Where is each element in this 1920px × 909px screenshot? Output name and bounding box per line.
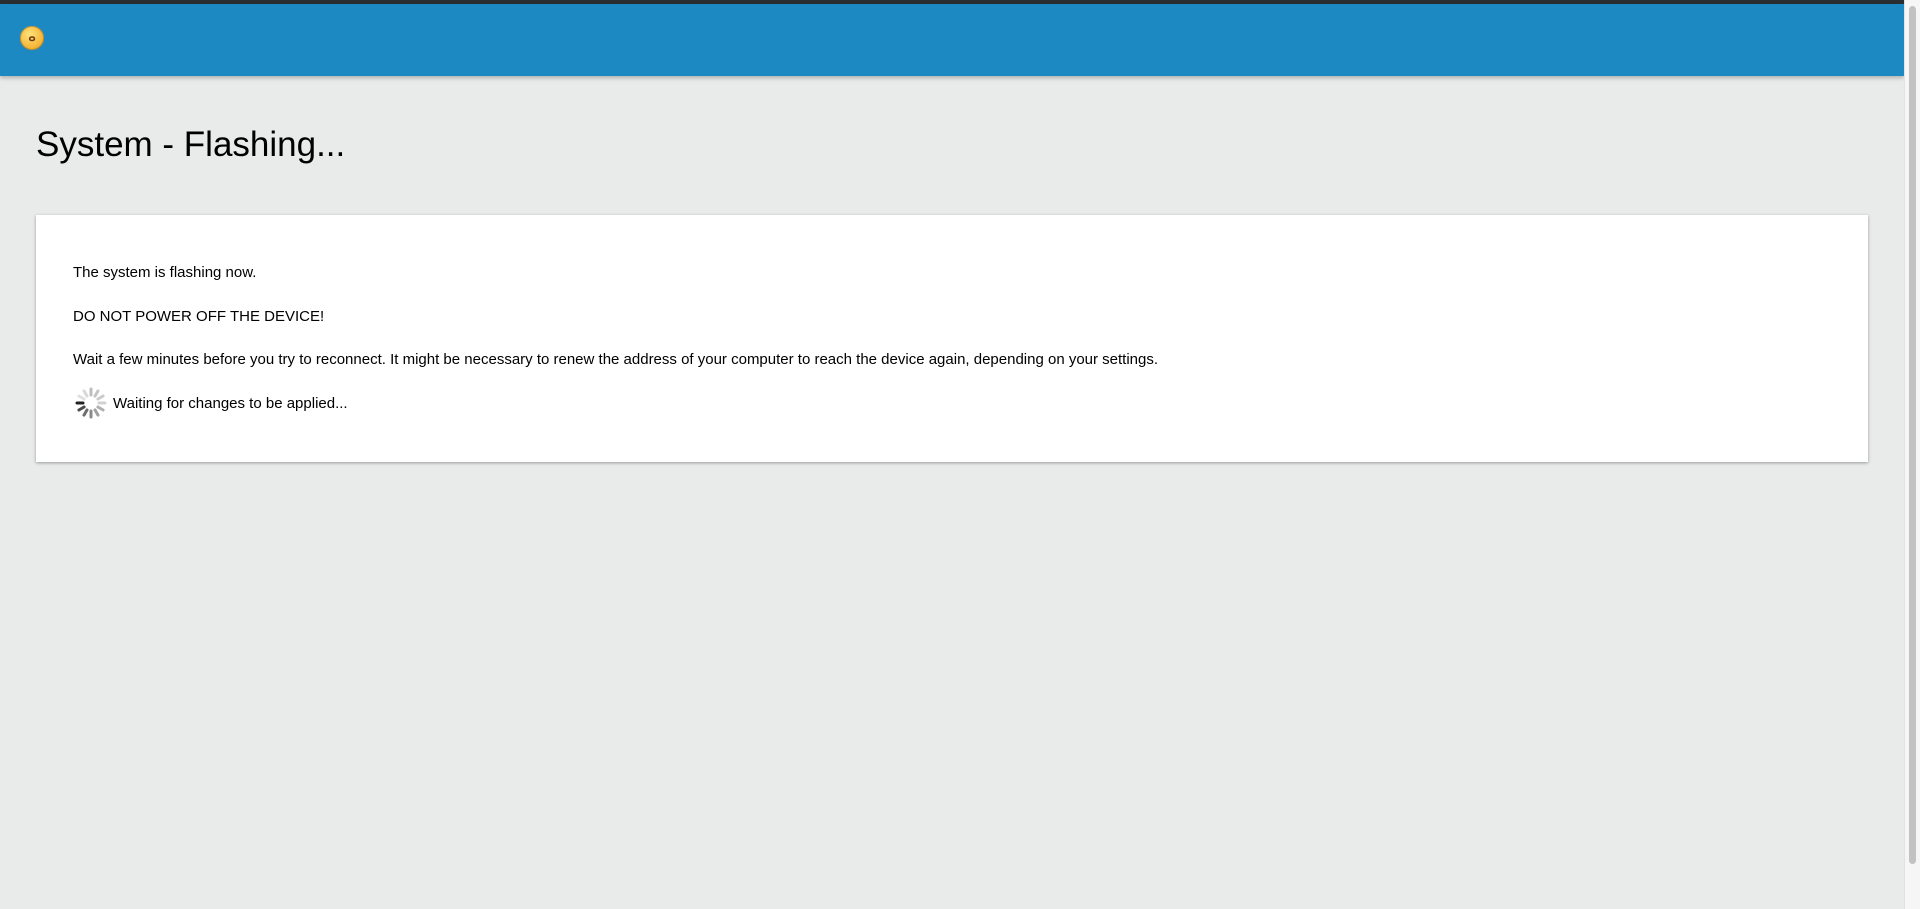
scrollbar-thumb[interactable]	[1909, 6, 1916, 864]
flashing-info-card: The system is flashing now. DO NOT POWER…	[36, 215, 1868, 462]
info-text-flashing: The system is flashing now.	[73, 264, 257, 281]
warning-text: DO NOT POWER OFF THE DEVICE!	[73, 308, 325, 325]
emoji-logo-icon[interactable]: ⴰ	[20, 26, 44, 50]
spinner-icon	[75, 387, 107, 419]
status-row: Waiting for changes to be applied...	[73, 385, 348, 421]
page-title: System - Flashing...	[36, 125, 346, 164]
reconnect-instructions: Wait a few minutes before you try to rec…	[73, 351, 1159, 368]
vertical-scrollbar[interactable]	[1904, 0, 1920, 909]
app-header: ⴰ	[0, 4, 1904, 76]
status-text: Waiting for changes to be applied...	[113, 394, 348, 412]
